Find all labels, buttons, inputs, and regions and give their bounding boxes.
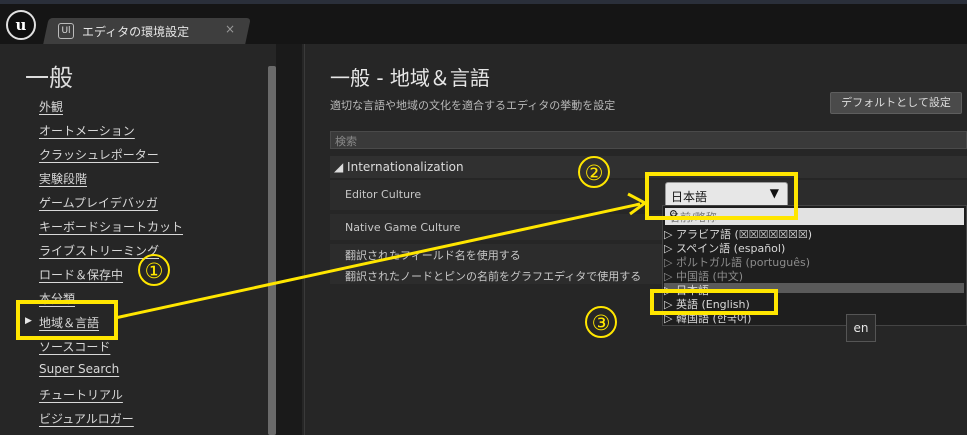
annotation-marker-3: ③ xyxy=(585,306,617,338)
annotation-arrow-line xyxy=(114,202,641,320)
annotation-box-region-language xyxy=(16,300,118,340)
annotation-marker-2: ② xyxy=(578,156,610,188)
annotation-overlay xyxy=(114,192,648,320)
annotation-box-english xyxy=(650,289,778,315)
annotation-marker-1: ① xyxy=(138,254,170,286)
annotation-box-editor-culture xyxy=(645,172,798,220)
